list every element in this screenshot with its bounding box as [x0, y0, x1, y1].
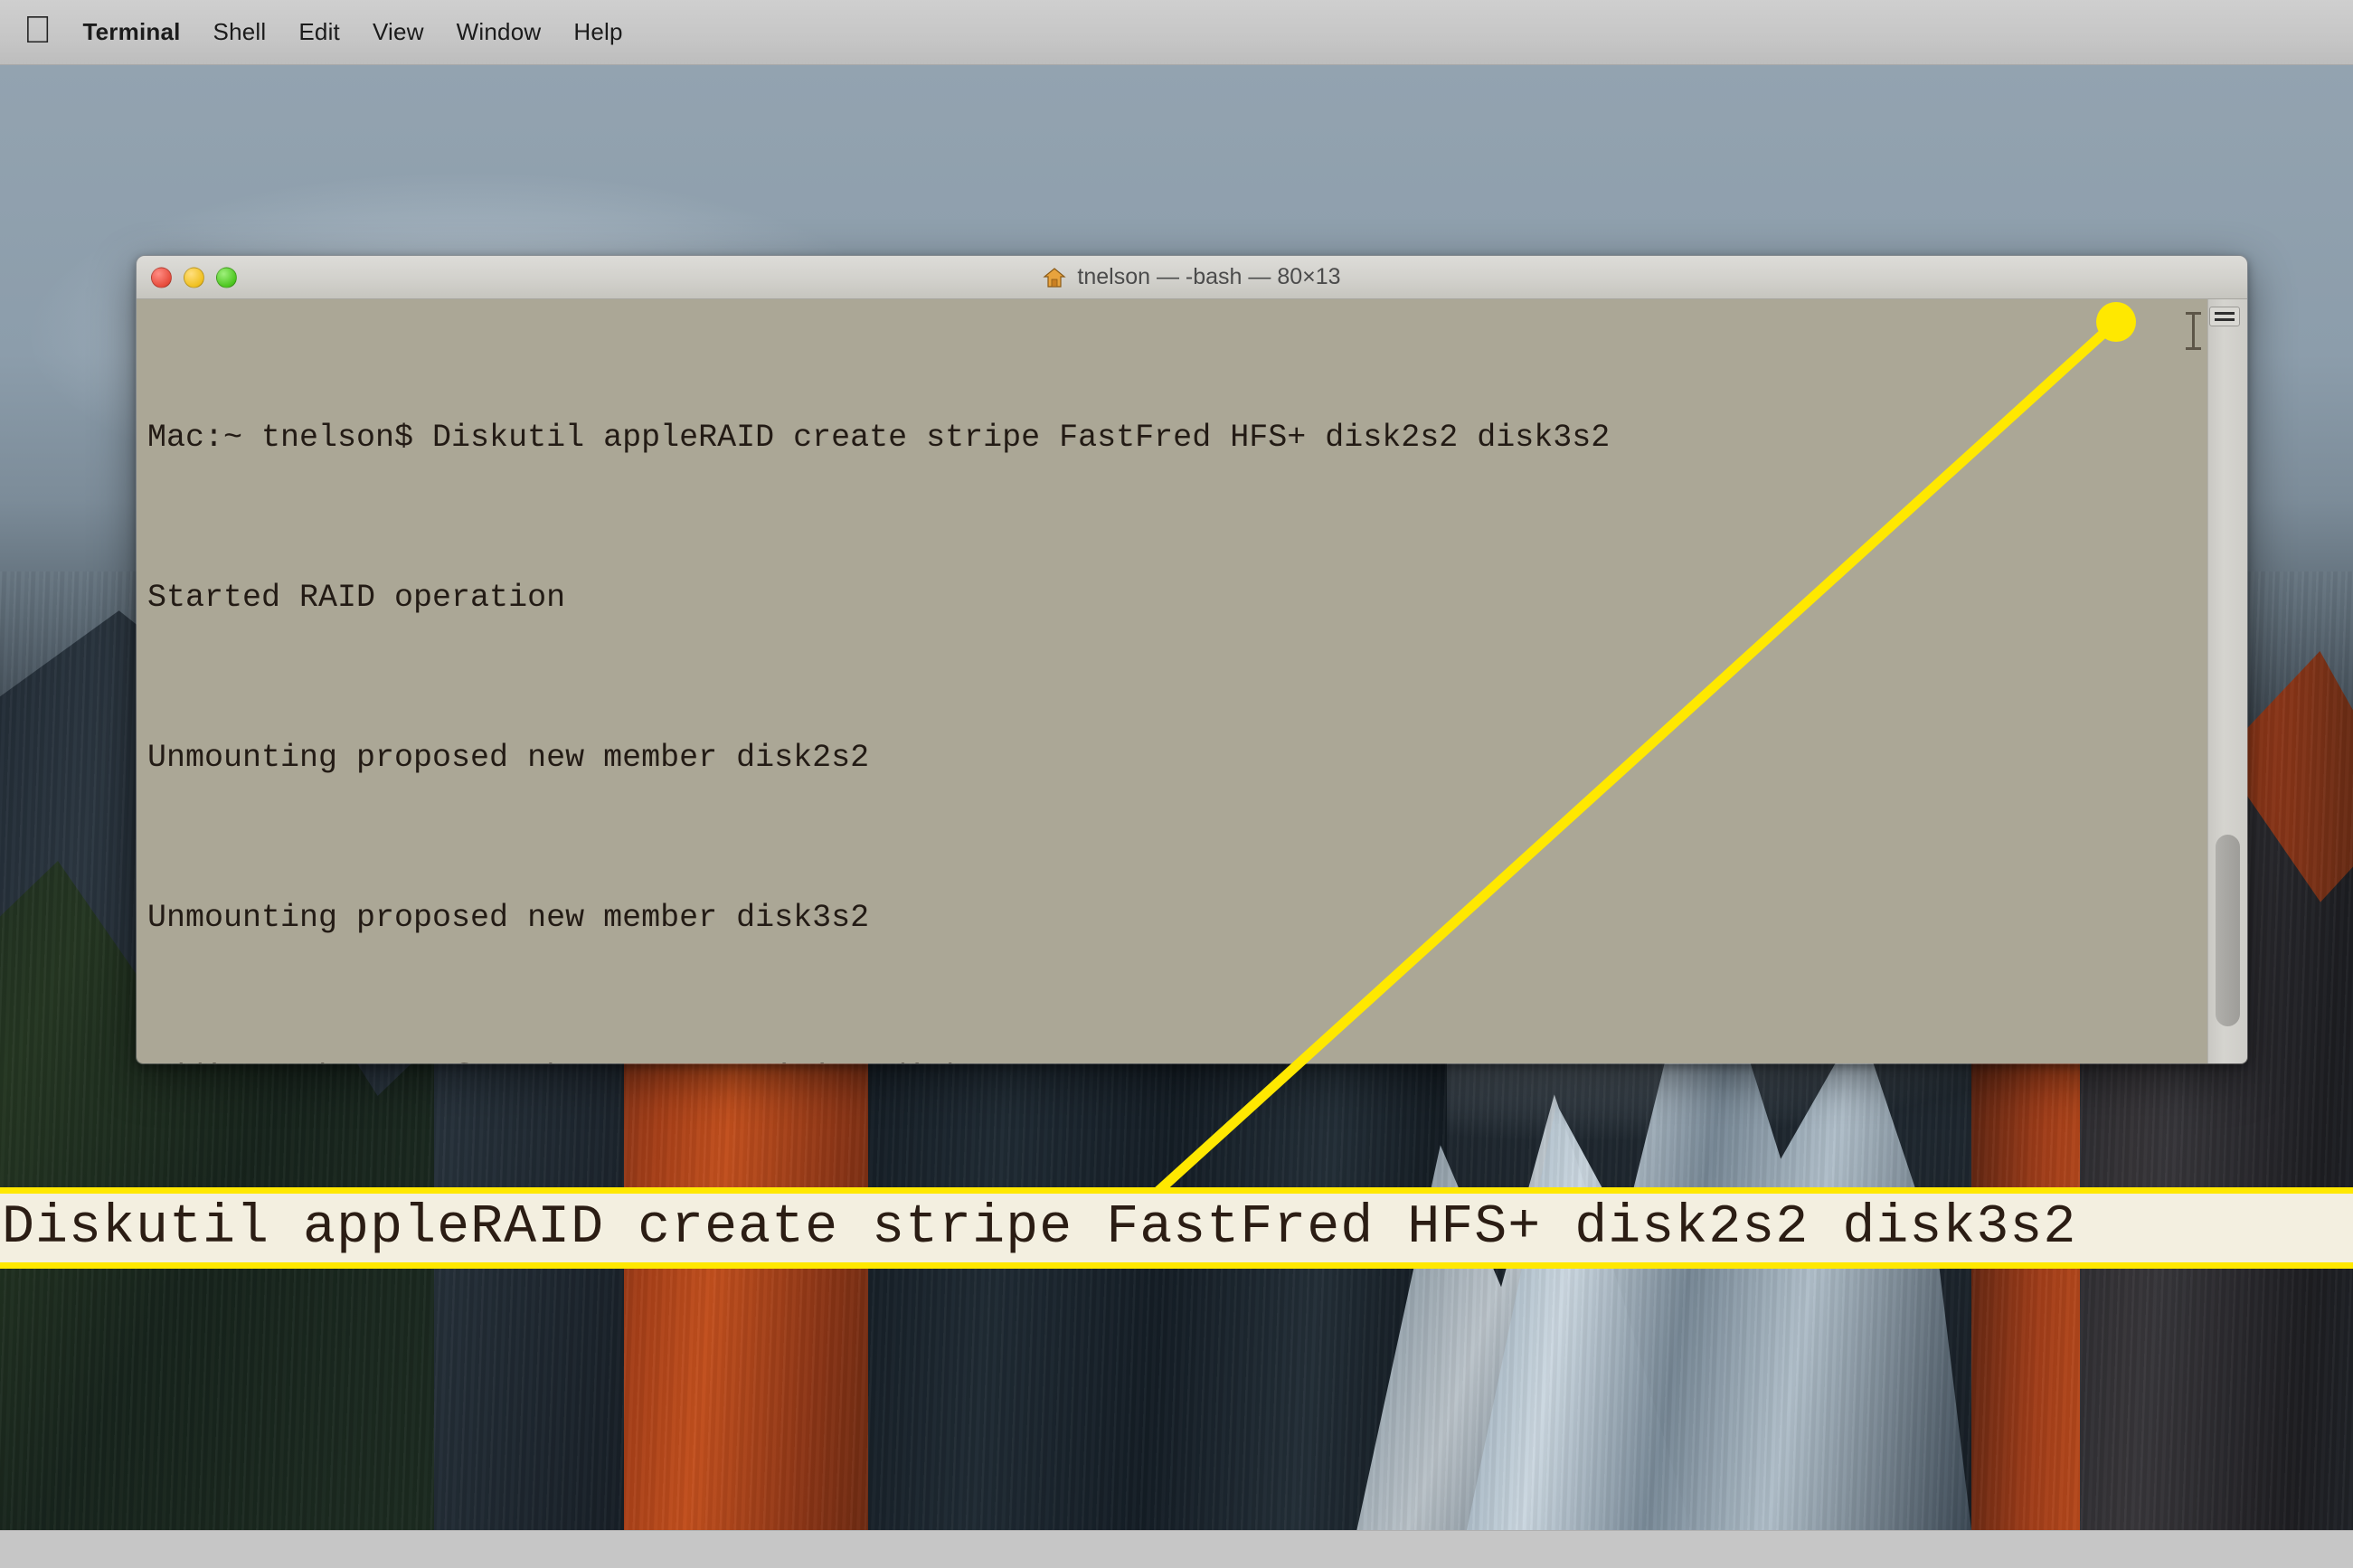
terminal-body[interactable]: Mac:~ tnelson$ Diskutil appleRAID create…: [137, 299, 2247, 1063]
apple-logo-icon[interactable]: : [24, 11, 52, 49]
menu-item-window[interactable]: Window: [457, 18, 542, 46]
terminal-line: Unmounting proposed new member disk2s2: [147, 740, 870, 776]
callout-command-text: Diskutil appleRAID create stripe FastFre…: [2, 1197, 2077, 1259]
terminal-window[interactable]: tnelson — -bash — 80×13 Mac:~ tnelson$ D…: [136, 255, 2248, 1064]
terminal-line: Mac:~ tnelson$ Diskutil appleRAID create…: [147, 420, 1611, 456]
terminal-output[interactable]: Mac:~ tnelson$ Diskutil appleRAID create…: [137, 299, 2207, 1063]
terminal-settings-icon[interactable]: [2209, 307, 2240, 326]
text-ibeam-cursor: [2186, 312, 2201, 350]
menu-item-edit[interactable]: Edit: [298, 18, 340, 46]
scrollbar-thumb[interactable]: [2216, 835, 2240, 1026]
menu-bar:  Terminal Shell Edit View Window Help: [0, 0, 2353, 65]
menu-item-shell[interactable]: Shell: [213, 18, 267, 46]
desktop-screen:  Terminal Shell Edit View Window Help t…: [0, 0, 2353, 1568]
terminal-line: Adding a booter for the RAID partition d…: [147, 1052, 2207, 1063]
zoom-button[interactable]: [216, 267, 237, 288]
menu-item-terminal[interactable]: Terminal: [83, 18, 181, 46]
terminal-line: Unmounting proposed new member disk3s2: [147, 900, 870, 936]
titlebar-center: tnelson — -bash — 80×13: [137, 264, 2247, 290]
menu-item-view[interactable]: View: [373, 18, 424, 46]
vertical-scrollbar[interactable]: [2207, 299, 2247, 1063]
menu-item-help[interactable]: Help: [573, 18, 622, 46]
terminal-line: Started RAID operation: [147, 580, 566, 616]
window-controls: [151, 267, 237, 288]
callout-banner: Diskutil appleRAID create stripe FastFre…: [0, 1187, 2353, 1269]
house-icon: [1043, 267, 1067, 288]
terminal-titlebar[interactable]: tnelson — -bash — 80×13: [137, 256, 2247, 299]
bottom-strip: [0, 1530, 2353, 1568]
minimize-button[interactable]: [184, 267, 204, 288]
close-button[interactable]: [151, 267, 172, 288]
window-title: tnelson — -bash — 80×13: [1077, 264, 1341, 289]
